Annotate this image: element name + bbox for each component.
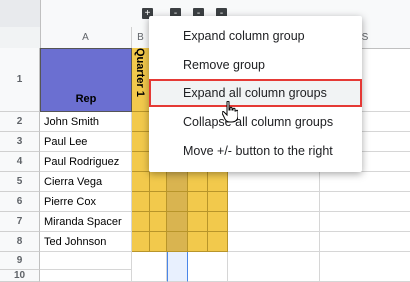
hand-cursor-icon <box>222 101 238 123</box>
rep-header-cell[interactable]: Rep <box>40 48 132 112</box>
quarter-cell[interactable] <box>188 192 208 212</box>
group-bar-corner <box>0 0 41 27</box>
selected-column-cell[interactable] <box>167 252 188 282</box>
rep-name-cell[interactable]: Paul Lee <box>40 132 132 152</box>
column-group-context-menu: Expand column group Remove group Expand … <box>149 16 362 172</box>
rep-name-cell[interactable]: Cierra Vega <box>40 172 132 192</box>
rep-name-cell[interactable]: John Smith <box>40 112 132 132</box>
quarter-cell[interactable] <box>208 232 228 252</box>
menu-item-expand-all-column-groups[interactable]: Expand all column groups <box>149 79 362 107</box>
quarter-cell[interactable] <box>150 172 167 192</box>
quarter-cell[interactable] <box>188 232 208 252</box>
menu-item-move-button-right[interactable]: Move +/- button to the right <box>149 137 362 165</box>
quarter-cell[interactable] <box>132 232 150 252</box>
row-header[interactable]: 6 <box>0 192 40 212</box>
column-header-b[interactable]: B <box>132 27 150 48</box>
spreadsheet: + - - - A B S 1 2 3 4 5 6 7 8 9 10 Rep J… <box>0 0 410 282</box>
empty-cell[interactable] <box>228 172 320 192</box>
rep-name-cell[interactable]: Ted Johnson <box>40 232 132 252</box>
quarter-label-text: Quarter 1 <box>134 48 146 97</box>
empty-cell[interactable] <box>132 252 167 282</box>
quarter-cell[interactable] <box>208 172 228 192</box>
empty-cell[interactable] <box>40 270 132 282</box>
quarter-cell[interactable] <box>132 212 150 232</box>
row-header[interactable]: 3 <box>0 132 40 152</box>
empty-cell[interactable] <box>320 252 410 282</box>
row-header[interactable]: 7 <box>0 212 40 232</box>
row-header[interactable]: 1 <box>0 48 40 112</box>
quarter-cell[interactable] <box>132 152 150 172</box>
empty-cell[interactable] <box>320 192 410 212</box>
menu-item-remove-group[interactable]: Remove group <box>149 51 362 79</box>
row-header[interactable]: 5 <box>0 172 40 192</box>
quarter-cell[interactable] <box>188 172 208 192</box>
rep-name-cell[interactable]: Pierre Cox <box>40 192 132 212</box>
empty-cell[interactable] <box>188 252 228 282</box>
quarter-cell[interactable] <box>167 212 188 232</box>
select-all-corner[interactable] <box>0 27 41 48</box>
quarter-cell[interactable] <box>150 212 167 232</box>
empty-cell[interactable] <box>228 252 320 282</box>
empty-cell[interactable] <box>228 212 320 232</box>
quarter-cell[interactable] <box>150 232 167 252</box>
menu-item-collapse-all-column-groups[interactable]: Collapse all column groups <box>149 108 362 136</box>
empty-cell[interactable] <box>320 232 410 252</box>
quarter-cell[interactable] <box>167 232 188 252</box>
quarter-cell[interactable] <box>132 192 150 212</box>
row-header[interactable]: 9 <box>0 252 40 270</box>
empty-cell[interactable] <box>228 232 320 252</box>
quarter-cell[interactable] <box>132 172 150 192</box>
quarter-cell[interactable] <box>208 192 228 212</box>
quarter-cell[interactable] <box>150 192 167 212</box>
quarter-cell[interactable] <box>208 212 228 232</box>
empty-cell[interactable] <box>320 212 410 232</box>
column-header-a[interactable]: A <box>40 27 132 48</box>
quarter-cell[interactable] <box>132 132 150 152</box>
quarter-cell[interactable] <box>132 112 150 132</box>
rep-name-cell[interactable]: Paul Rodriguez <box>40 152 132 172</box>
row-header[interactable]: 10 <box>0 270 40 282</box>
empty-cell[interactable] <box>228 192 320 212</box>
empty-cell[interactable] <box>40 252 132 270</box>
empty-cell[interactable] <box>320 172 410 192</box>
quarter-cell[interactable] <box>188 212 208 232</box>
quarter-cell[interactable] <box>167 192 188 212</box>
quarter-label: Quarter 1 <box>132 48 148 112</box>
menu-item-expand-column-group[interactable]: Expand column group <box>149 22 362 50</box>
row-header[interactable]: 4 <box>0 152 40 172</box>
quarter-cell[interactable] <box>167 172 188 192</box>
rep-name-cell[interactable]: Miranda Spacer <box>40 212 132 232</box>
row-header[interactable]: 8 <box>0 232 40 252</box>
row-header[interactable]: 2 <box>0 112 40 132</box>
